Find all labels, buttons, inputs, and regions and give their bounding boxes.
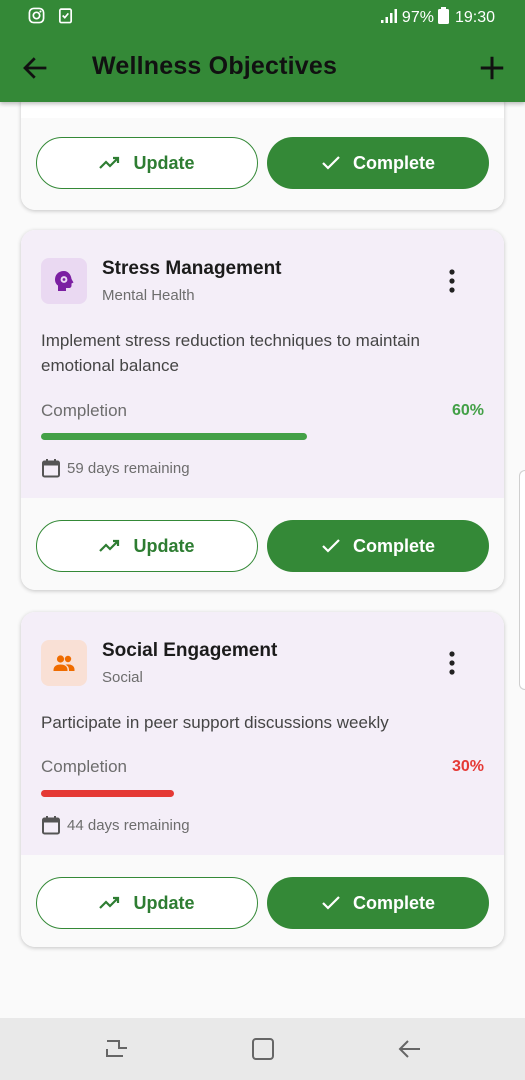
- goal-card-partial: Update Complete: [21, 90, 504, 210]
- update-label: Update: [133, 892, 195, 913]
- completion-label: Completion: [41, 401, 127, 420]
- more-vert-icon: [449, 269, 455, 293]
- progress-bar: [41, 433, 307, 440]
- goal-title: Social Engagement: [102, 640, 278, 661]
- nav-back-button[interactable]: [396, 1035, 424, 1063]
- signal-icon: [380, 8, 398, 29]
- page-title: Wellness Objectives: [92, 52, 338, 80]
- brain-gear-icon: [55, 271, 74, 291]
- complete-label: Complete: [352, 892, 435, 913]
- instagram-icon: [28, 7, 45, 29]
- calendar-icon: [42, 816, 60, 835]
- complete-label: Complete: [352, 152, 435, 173]
- toolbar: Wellness Objectives: [0, 32, 525, 102]
- battery-icon: [437, 7, 449, 29]
- clipboard-check-icon: [57, 7, 74, 29]
- add-goal-button[interactable]: [477, 53, 507, 83]
- status-bar: 97% 19:30: [0, 0, 525, 32]
- complete-button[interactable]: Complete: [267, 520, 489, 572]
- update-label: Update: [133, 152, 195, 173]
- check-icon: [322, 539, 340, 553]
- completion-label: Completion: [41, 757, 127, 776]
- completion-percent: 60%: [451, 402, 484, 419]
- goal-card: Stress Management Mental Health Implemen…: [21, 230, 504, 590]
- goal-category: Social: [102, 669, 143, 686]
- app-bar: 97% 19:30 Wellness Objectives: [0, 0, 525, 102]
- goal-title: Stress Management: [102, 258, 282, 279]
- card-actions: Update Complete: [21, 118, 504, 210]
- trending-up-icon: [99, 539, 120, 552]
- home-button[interactable]: [249, 1035, 277, 1063]
- update-button[interactable]: Update: [36, 877, 258, 929]
- clock-text: 19:30: [454, 9, 495, 26]
- goal-description: Participate in peer support discussions …: [41, 713, 389, 732]
- arrow-left-icon: [23, 57, 47, 79]
- update-button[interactable]: Update: [36, 520, 258, 572]
- check-icon: [322, 896, 340, 910]
- card-actions: Update Complete: [21, 498, 504, 590]
- more-options-button[interactable]: [440, 650, 464, 676]
- back-button[interactable]: [20, 53, 50, 83]
- complete-button[interactable]: Complete: [267, 877, 489, 929]
- more-vert-icon: [449, 651, 455, 675]
- days-remaining-text: 59 days remaining: [67, 459, 190, 477]
- more-options-button[interactable]: [440, 268, 464, 294]
- trending-up-icon: [99, 896, 120, 909]
- recent-apps-button[interactable]: [103, 1035, 131, 1063]
- card-actions: Update Complete: [21, 855, 504, 947]
- system-nav-bar: [0, 1018, 525, 1080]
- scroll-edge-handle[interactable]: [519, 470, 525, 690]
- days-remaining: 44 days remaining: [41, 815, 190, 835]
- complete-label: Complete: [352, 535, 435, 556]
- calendar-icon: [42, 459, 60, 478]
- recent-apps-icon: [106, 1040, 127, 1057]
- days-remaining-text: 44 days remaining: [67, 816, 190, 834]
- card-content: Stress Management Mental Health Implemen…: [21, 230, 504, 498]
- plus-icon: [480, 56, 504, 80]
- goal-icon-box: [41, 640, 87, 686]
- update-button[interactable]: Update: [36, 137, 258, 189]
- update-label: Update: [133, 535, 195, 556]
- people-icon: [53, 655, 75, 671]
- progress-bar: [41, 790, 174, 797]
- check-icon: [322, 156, 340, 170]
- goal-category: Mental Health: [102, 287, 195, 304]
- completion-percent: 30%: [451, 758, 484, 775]
- battery-text: 97%: [401, 9, 434, 26]
- home-icon: [252, 1038, 274, 1060]
- complete-button[interactable]: Complete: [267, 137, 489, 189]
- back-icon: [398, 1040, 420, 1058]
- goal-icon-box: [41, 258, 87, 304]
- card-content: Social Engagement Social Participate in …: [21, 612, 504, 855]
- goal-card: Social Engagement Social Participate in …: [21, 612, 504, 947]
- goal-description: Implement stress reduction techniques to…: [41, 331, 420, 375]
- trending-up-icon: [99, 156, 120, 169]
- days-remaining: 59 days remaining: [41, 458, 190, 478]
